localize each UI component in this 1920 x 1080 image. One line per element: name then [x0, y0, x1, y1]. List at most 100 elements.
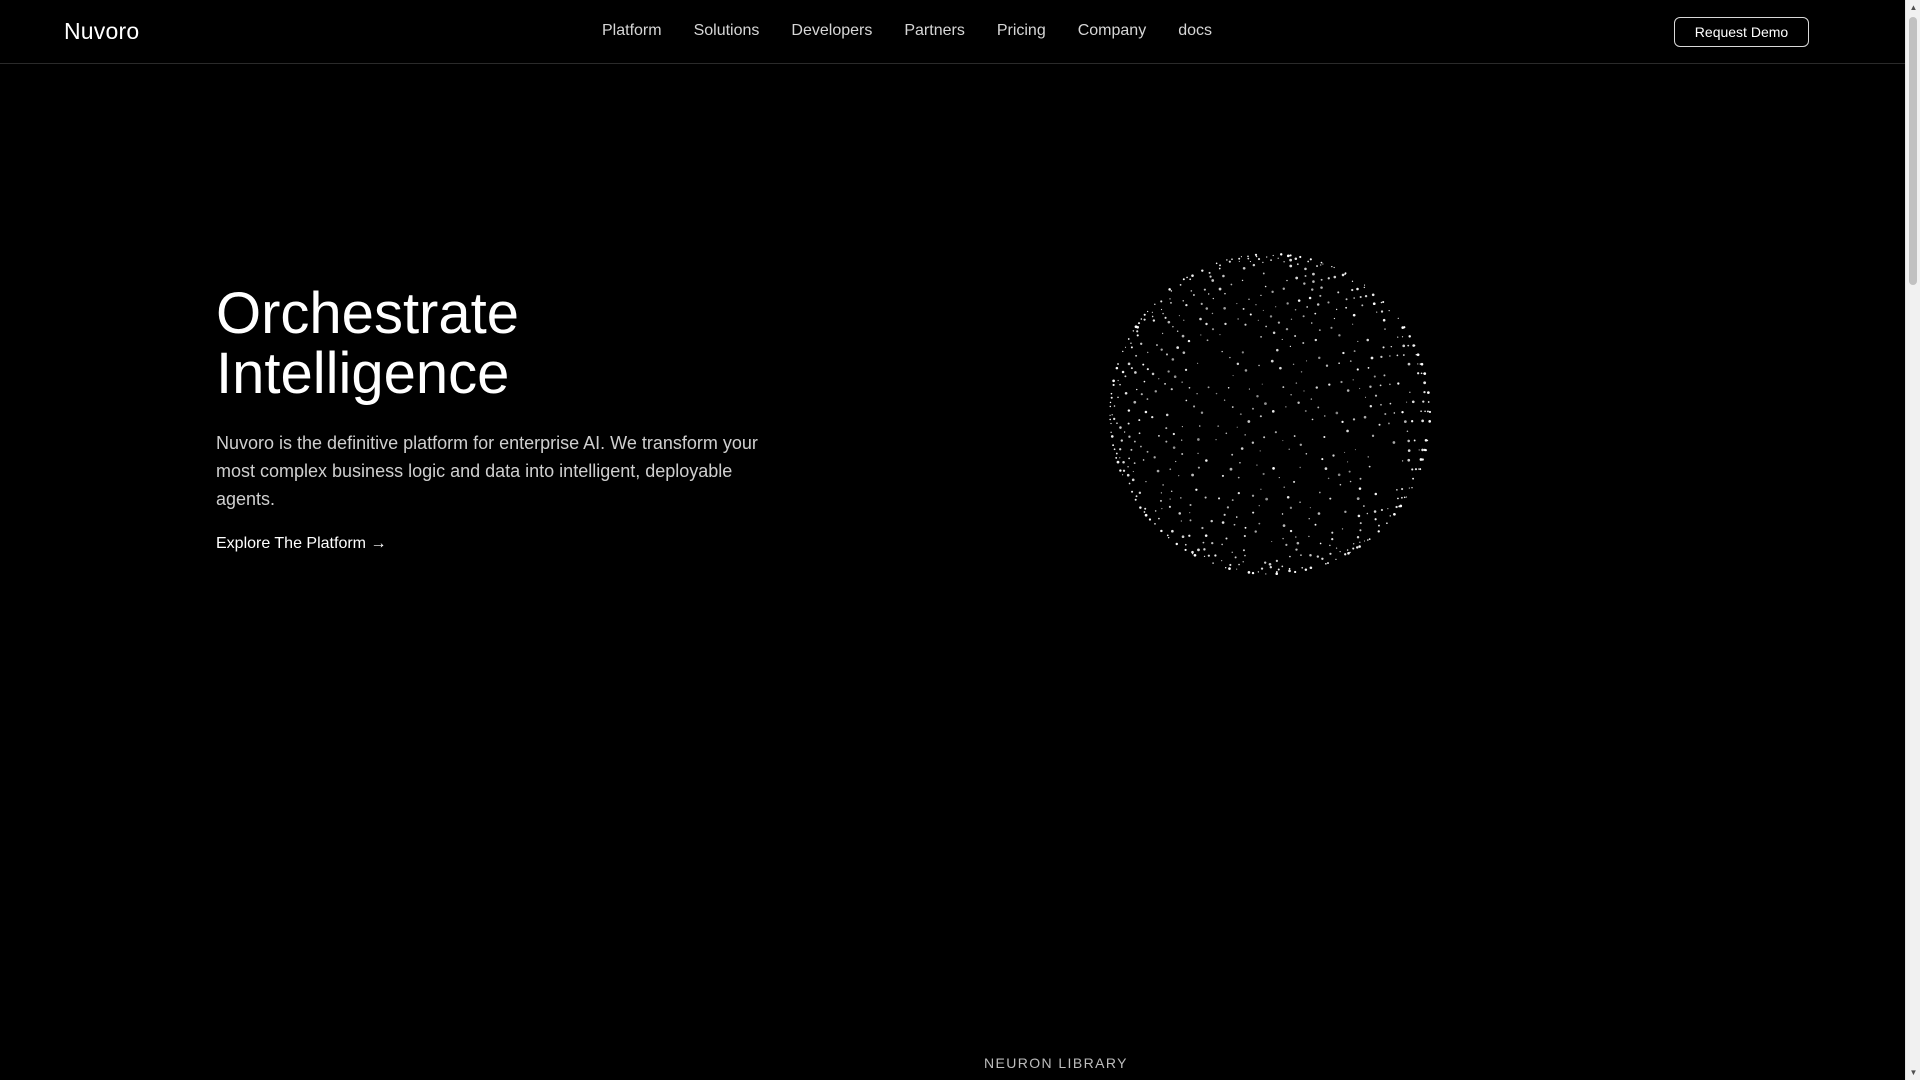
- globe-dot: [1203, 548, 1206, 551]
- globe-dot: [1309, 566, 1313, 570]
- globe-dot: [1317, 512, 1321, 515]
- scrollbar-thumb[interactable]: [1909, 17, 1917, 285]
- globe-dot: [1202, 541, 1205, 544]
- globe-dot: [1197, 548, 1200, 552]
- globe-dot: [1329, 544, 1331, 547]
- globe-dot: [1271, 540, 1273, 543]
- globe-dot: [1269, 315, 1273, 318]
- globe-dot: [1379, 384, 1382, 387]
- globe-dot: [1378, 524, 1380, 527]
- globe-dot: [1393, 512, 1396, 516]
- globe-dot: [1199, 317, 1202, 321]
- globe-dot: [1295, 536, 1297, 538]
- nav-link-company[interactable]: Company: [1078, 22, 1146, 40]
- globe-dot: [1122, 460, 1125, 464]
- globe-dot: [1130, 342, 1132, 345]
- globe-dot: [1322, 263, 1324, 265]
- globe-dot: [1347, 461, 1349, 463]
- globe-dot: [1333, 275, 1337, 279]
- globe-dot: [1165, 440, 1168, 443]
- nav-link-solutions[interactable]: Solutions: [694, 22, 760, 40]
- globe-dot: [1281, 513, 1284, 515]
- globe-dot: [1265, 325, 1267, 328]
- globe-dot: [1138, 432, 1141, 435]
- globe-dot: [1117, 379, 1119, 382]
- globe-dot: [1154, 303, 1156, 305]
- globe-dot: [1320, 264, 1322, 266]
- scroll-up-icon[interactable]: ▲: [1906, 0, 1920, 15]
- globe-dot: [1293, 480, 1296, 483]
- globe-dot: [1363, 284, 1366, 286]
- globe-dot: [1236, 362, 1240, 366]
- globe-dot: [1427, 391, 1430, 394]
- globe-dot: [1156, 469, 1160, 473]
- globe-dot: [1232, 375, 1234, 377]
- globe-dot: [1261, 383, 1263, 385]
- globe-dot: [1344, 510, 1347, 514]
- globe-dot: [1221, 474, 1225, 477]
- globe-dot: [1237, 318, 1239, 320]
- globe-dot: [1272, 331, 1276, 335]
- globe-dot: [1356, 497, 1360, 501]
- globe-dot: [1256, 464, 1258, 466]
- globe-dot: [1112, 379, 1115, 383]
- request-demo-button[interactable]: Request Demo: [1674, 17, 1809, 47]
- globe-dot: [1191, 550, 1194, 554]
- globe-dot: [1380, 301, 1383, 304]
- top-navbar: Nuvoro Platform Solutions Developers Par…: [0, 0, 1905, 64]
- globe-dot: [1144, 507, 1147, 510]
- globe-dot: [1279, 253, 1283, 256]
- globe-dot: [1388, 422, 1390, 425]
- globe-dot: [1428, 420, 1431, 423]
- globe-dot: [1376, 311, 1378, 313]
- globe-dot: [1289, 345, 1292, 347]
- globe-dot: [1303, 282, 1306, 285]
- scroll-down-icon[interactable]: ▼: [1906, 1065, 1920, 1080]
- globe-dot: [1407, 458, 1411, 462]
- globe-dot: [1259, 450, 1261, 452]
- globe-dot: [1134, 498, 1137, 501]
- globe-dot: [1121, 370, 1125, 374]
- globe-dot: [1389, 355, 1391, 357]
- globe-dot: [1225, 432, 1228, 435]
- nav-link-docs[interactable]: docs: [1178, 22, 1212, 40]
- globe-dot: [1358, 545, 1361, 548]
- nav-link-platform[interactable]: Platform: [602, 22, 662, 40]
- explore-platform-link[interactable]: Explore The Platform →: [216, 535, 386, 553]
- globe-dot: [1244, 554, 1246, 557]
- globe-dot: [1389, 515, 1391, 517]
- globe-dot: [1143, 380, 1146, 383]
- globe-dot: [1304, 274, 1307, 277]
- globe-dot: [1214, 554, 1217, 557]
- globe-dot: [1207, 554, 1210, 557]
- globe-dot: [1188, 534, 1191, 537]
- nav-link-partners[interactable]: Partners: [904, 22, 964, 40]
- globe-dot: [1262, 272, 1265, 275]
- globe-dot: [1236, 568, 1238, 570]
- globe-dot: [1278, 477, 1280, 479]
- globe-dot: [1224, 292, 1226, 295]
- globe-dot: [1335, 558, 1337, 561]
- globe-dot: [1352, 323, 1354, 325]
- globe-dot: [1282, 440, 1284, 442]
- globe-dot: [1420, 362, 1424, 366]
- globe-dot: [1147, 310, 1149, 313]
- globe-dot: [1196, 392, 1198, 395]
- globe-dot: [1206, 339, 1209, 342]
- vertical-scrollbar[interactable]: ▲ ▼: [1905, 0, 1920, 1080]
- brand-logo-link[interactable]: Nuvoro: [64, 18, 139, 45]
- globe-dot: [1421, 458, 1424, 461]
- globe-dot: [1239, 462, 1241, 464]
- globe-dot: [1123, 431, 1126, 433]
- nav-link-developers[interactable]: Developers: [791, 22, 872, 40]
- globe-dot: [1258, 364, 1260, 367]
- globe-dot: [1244, 323, 1247, 326]
- globe-dot: [1301, 566, 1304, 569]
- globe-dot: [1396, 354, 1399, 357]
- globe-dot: [1238, 260, 1240, 262]
- globe-dot: [1161, 508, 1163, 510]
- globe-dot: [1248, 388, 1250, 390]
- globe-dot: [1407, 344, 1410, 347]
- globe-dot: [1357, 340, 1359, 342]
- nav-link-pricing[interactable]: Pricing: [997, 22, 1046, 40]
